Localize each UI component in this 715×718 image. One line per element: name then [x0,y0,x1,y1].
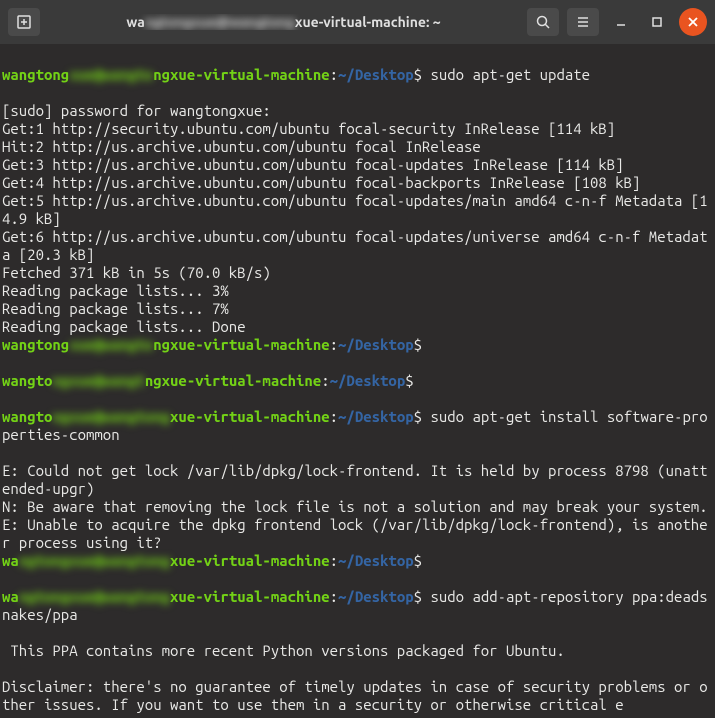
output-line: Get:5 http://us.archive.ubuntu.com/ubunt… [2,192,708,227]
output-line: Fetched 371 kB in 5s (70.0 kB/s) [2,264,271,281]
output-line: Get:6 http://us.archive.ubuntu.com/ubunt… [2,228,708,263]
output-line: Disclaimer: there's no guarantee of time… [2,678,708,713]
output-line: N: Be aware that removing the lock file … [2,498,708,515]
terminal-body[interactable]: wangtongxue@wangtongxue-virtual-machine:… [0,44,715,718]
output-line: E: Unable to acquire the dpkg frontend l… [2,516,708,551]
output-line: Get:4 http://us.archive.ubuntu.com/ubunt… [2,174,640,191]
close-button[interactable] [679,8,707,36]
output-line: Hit:2 http://us.archive.ubuntu.com/ubunt… [2,138,481,155]
prompt-line: wangtongxue@wangtngxue-virtual-machine:~… [2,372,713,390]
minimize-button[interactable] [607,8,635,36]
search-button[interactable] [527,8,559,36]
output-line: Reading package lists... 7% [2,300,229,317]
command-text: sudo apt-get update [430,66,590,83]
output-line: This PPA contains more recent Python ver… [2,642,565,659]
output-line: Get:1 http://security.ubuntu.com/ubuntu … [2,120,615,137]
prompt-line: wangtongxue@wangtongxue-virtual-machine:… [2,336,713,354]
output-line: Get:3 http://us.archive.ubuntu.com/ubunt… [2,156,624,173]
output-line: Reading package lists... Done [2,318,246,335]
output-line: [sudo] password for wangtongxue: [2,102,271,119]
output-line: E: Could not get lock /var/lib/dpkg/lock… [2,462,708,497]
window-title: wangtongxue@wangtongxue-virtual-machine:… [48,14,519,30]
prompt-line: wangtongxue@wangtongxue-virtual-machine:… [2,588,713,624]
titlebar: wangtongxue@wangtongxue-virtual-machine:… [0,0,715,44]
prompt-line: wangtongxue@wangtongxue-virtual-machine:… [2,408,713,444]
output-line [2,660,10,677]
output-line: Reading package lists... 3% [2,282,229,299]
prompt-line: wangtongxue@wangtongxue-virtual-machine:… [2,552,713,570]
prompt-line: wangtongxue@wangtongxue-virtual-machine:… [2,66,713,84]
maximize-button[interactable] [643,8,671,36]
new-tab-button[interactable] [8,8,40,36]
menu-button[interactable] [567,8,599,36]
